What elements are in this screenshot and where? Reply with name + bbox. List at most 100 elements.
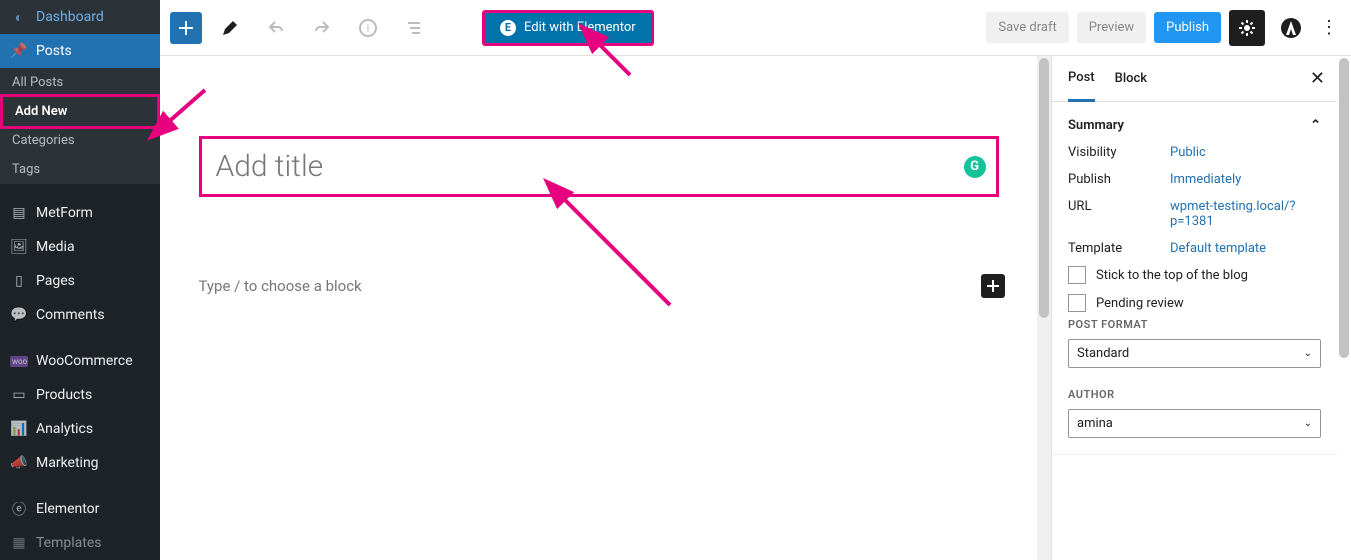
stick-top-checkbox-row[interactable]: Stick to the top of the blog xyxy=(1068,256,1321,284)
menu-pages[interactable]: ▯ Pages xyxy=(0,264,160,298)
chevron-down-icon: ⌄ xyxy=(1304,348,1312,359)
admin-sidebar: ◐ Dashboard 📌 Posts All Posts Add New Ca… xyxy=(0,0,160,560)
visibility-label: Visibility xyxy=(1068,145,1158,160)
template-value[interactable]: Default template xyxy=(1170,241,1266,256)
template-label: Template xyxy=(1068,241,1158,256)
media-icon: 🖼 xyxy=(10,239,28,255)
publish-value[interactable]: Immediately xyxy=(1170,172,1241,187)
settings-scrollbar[interactable] xyxy=(1337,56,1351,560)
author-value: amina xyxy=(1077,416,1113,431)
pending-review-label: Pending review xyxy=(1096,296,1184,311)
menu-label: Marketing xyxy=(36,455,99,471)
settings-toggle-button[interactable] xyxy=(1229,10,1265,46)
plus-icon xyxy=(986,279,1000,293)
menu-label: Comments xyxy=(36,307,105,323)
menu-products[interactable]: ▭ Products xyxy=(0,378,160,412)
menu-label: Analytics xyxy=(36,421,93,437)
url-label: URL xyxy=(1068,199,1158,214)
gear-icon xyxy=(1237,18,1257,38)
post-format-value: Standard xyxy=(1077,346,1129,361)
undo-button[interactable] xyxy=(258,10,294,46)
tab-block[interactable]: Block xyxy=(1115,57,1147,100)
menu-label: Templates xyxy=(36,535,102,551)
close-panel-button[interactable]: ✕ xyxy=(1310,68,1325,89)
redo-icon xyxy=(312,18,332,38)
save-draft-button[interactable]: Save draft xyxy=(986,12,1068,43)
elementor-icon: ⓔ xyxy=(10,499,28,519)
dashboard-icon: ◐ xyxy=(10,9,28,26)
menu-comments[interactable]: 💬 Comments xyxy=(0,298,160,332)
pin-icon: 📌 xyxy=(10,43,28,59)
summary-section-header[interactable]: Summary ⌃ xyxy=(1068,118,1321,133)
checkbox-icon xyxy=(1068,266,1086,284)
menu-templates[interactable]: ▦ Templates xyxy=(0,526,160,560)
redo-button[interactable] xyxy=(304,10,340,46)
url-value[interactable]: wpmet-testing.local/?p=1381 xyxy=(1170,199,1321,229)
settings-panel: Post Block ✕ Summary ⌃ Visibility Public… xyxy=(1051,56,1351,560)
plus-icon xyxy=(176,18,196,38)
menu-dashboard[interactable]: ◐ Dashboard xyxy=(0,0,160,34)
post-format-heading: POST FORMAT xyxy=(1068,312,1321,331)
settings-tabs: Post Block ✕ xyxy=(1052,56,1337,102)
submenu-all-posts[interactable]: All Posts xyxy=(0,68,160,97)
menu-marketing[interactable]: 📣 Marketing xyxy=(0,446,160,480)
edit-with-elementor-button[interactable]: E Edit with Elementor xyxy=(482,10,654,46)
edit-mode-button[interactable] xyxy=(212,10,248,46)
title-highlight-box: G xyxy=(199,136,999,197)
tab-post[interactable]: Post xyxy=(1068,56,1095,102)
templates-icon: ▦ xyxy=(10,535,28,551)
pencil-icon xyxy=(220,18,240,38)
menu-media[interactable]: 🖼 Media xyxy=(0,230,160,264)
publish-label: Publish xyxy=(1068,172,1158,187)
editor-canvas: G Type / to choose a block xyxy=(160,56,1051,560)
post-title-input[interactable] xyxy=(216,149,982,184)
author-heading: AUTHOR xyxy=(1068,382,1321,401)
astra-button[interactable] xyxy=(1273,10,1309,46)
menu-elementor[interactable]: ⓔ Elementor xyxy=(0,492,160,526)
kebab-icon: ⋮ xyxy=(1320,17,1338,38)
chevron-down-icon: ⌄ xyxy=(1304,418,1312,429)
author-select[interactable]: amina ⌄ xyxy=(1068,409,1321,438)
undo-icon xyxy=(266,18,286,38)
list-icon xyxy=(404,18,424,38)
form-icon: ▤ xyxy=(10,205,28,221)
info-button[interactable]: i xyxy=(350,10,386,46)
analytics-icon: 📊 xyxy=(10,421,28,437)
block-prompt-area[interactable]: Type / to choose a block xyxy=(199,277,999,295)
menu-label: Dashboard xyxy=(36,9,104,25)
products-icon: ▭ xyxy=(10,387,28,403)
menu-analytics[interactable]: 📊 Analytics xyxy=(0,412,160,446)
menu-label: Pages xyxy=(36,273,75,289)
add-block-inline-button[interactable] xyxy=(981,274,1005,298)
menu-posts[interactable]: 📌 Posts xyxy=(0,34,160,68)
posts-submenu: All Posts Add New Categories Tags xyxy=(0,68,160,184)
outline-button[interactable] xyxy=(396,10,432,46)
grammarly-icon[interactable]: G xyxy=(964,156,986,178)
comments-icon: 💬 xyxy=(10,307,28,323)
chevron-up-icon: ⌃ xyxy=(1310,118,1321,133)
submenu-categories[interactable]: Categories xyxy=(0,126,160,155)
add-block-button[interactable] xyxy=(170,12,202,44)
stick-top-label: Stick to the top of the blog xyxy=(1096,268,1248,283)
more-options-button[interactable]: ⋮ xyxy=(1317,17,1341,38)
menu-label: Elementor xyxy=(36,501,99,517)
editor-area: i E Edit with Elementor Save draft Previ… xyxy=(160,0,1351,560)
menu-woocommerce[interactable]: woo WooCommerce xyxy=(0,344,160,378)
astra-icon xyxy=(1280,17,1302,39)
woo-icon: woo xyxy=(10,356,28,367)
pending-review-checkbox-row[interactable]: Pending review xyxy=(1068,284,1321,312)
svg-text:i: i xyxy=(367,22,370,35)
post-format-select[interactable]: Standard ⌄ xyxy=(1068,339,1321,368)
publish-button[interactable]: Publish xyxy=(1154,12,1221,43)
preview-button[interactable]: Preview xyxy=(1077,12,1146,43)
checkbox-icon xyxy=(1068,294,1086,312)
menu-label: MetForm xyxy=(36,205,93,221)
visibility-value[interactable]: Public xyxy=(1170,145,1206,160)
menu-label: Media xyxy=(36,239,75,255)
submenu-add-new[interactable]: Add New xyxy=(3,97,157,126)
submenu-tags[interactable]: Tags xyxy=(0,155,160,184)
menu-metform[interactable]: ▤ MetForm xyxy=(0,196,160,230)
elementor-logo-icon: E xyxy=(500,20,516,36)
canvas-scrollbar[interactable] xyxy=(1037,56,1051,560)
menu-label: WooCommerce xyxy=(36,353,133,369)
